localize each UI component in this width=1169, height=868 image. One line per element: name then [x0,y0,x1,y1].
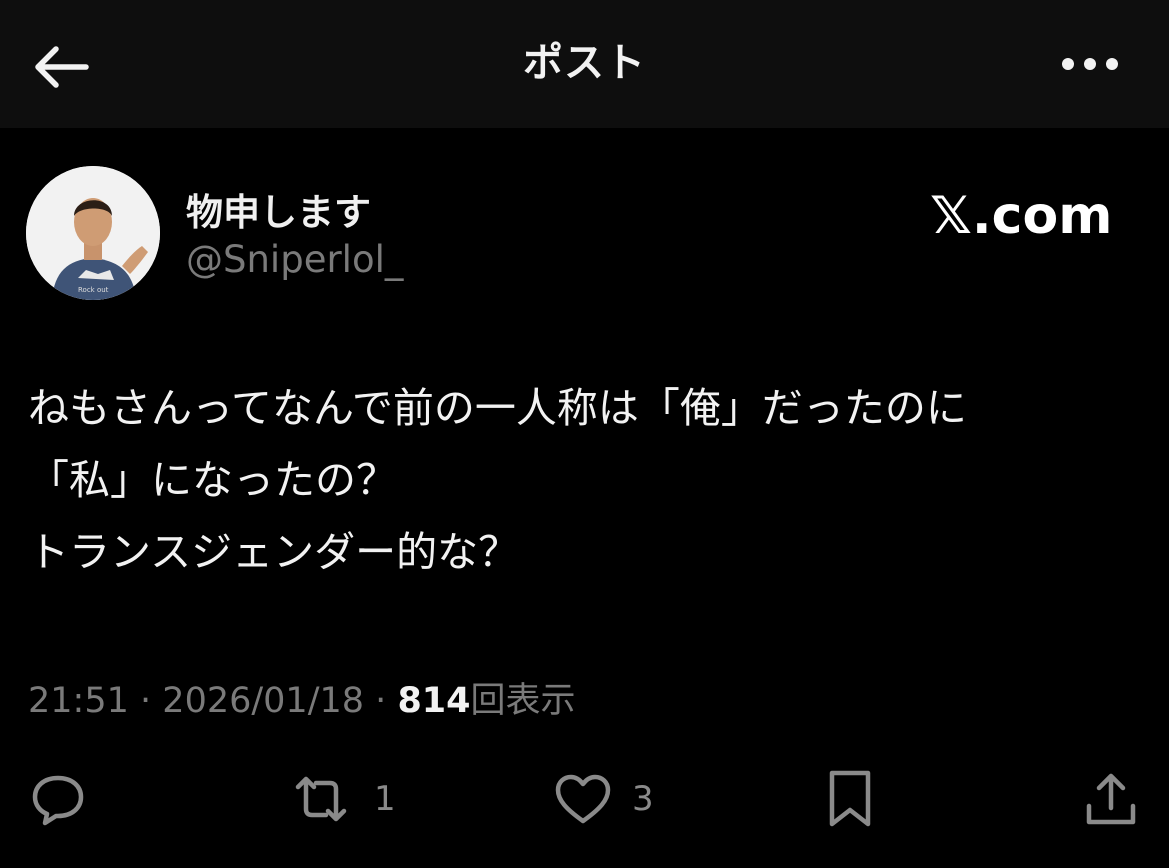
post-text: ねもさんってなんで前の一人称は「俺」だったのに 「私」になったの？ トランスジェ… [28,372,1138,588]
x-logo: 𝕏.com [930,186,1113,246]
share-button[interactable] [1082,768,1140,830]
meta-separator: · [140,681,152,721]
more-horizontal-icon [1062,58,1118,70]
heart-icon [555,774,611,824]
bookmark-button[interactable] [822,768,878,830]
reply-button[interactable] [28,768,88,830]
like-button[interactable]: 3 [552,768,654,830]
more-options-button[interactable] [1050,40,1130,88]
views-count: 814 [397,681,471,721]
repost-count: 1 [374,779,396,819]
post-line: ねもさんってなんで前の一人称は「俺」だったのに [28,384,967,432]
avatar[interactable]: Rock out [26,166,160,300]
post-date: 2026/01/18 [162,681,365,721]
reply-bubble-icon [32,775,84,826]
avatar-shirt-text: Rock out [78,286,109,294]
top-bar: ポスト [0,0,1169,128]
post-meta: 21:51 · 2026/01/18 · 814回表示 [28,672,576,723]
views-label: 回表示 [470,681,576,721]
author-display-name[interactable]: 物申します [186,182,371,236]
post-line: 「私」になったの？ [28,456,397,504]
post-line: トランスジェンダー的な？ [28,528,520,576]
share-upload-icon [1086,773,1136,825]
repost-button[interactable]: 1 [286,768,396,830]
author-handle[interactable]: @Sniperlol_ [186,238,403,281]
meta-separator: · [375,681,387,721]
page-title: ポスト [523,40,646,86]
bookmark-icon [829,770,871,827]
like-count: 3 [632,779,654,819]
repost-icon [295,776,347,822]
post-time: 21:51 [28,681,129,721]
avatar-illustration: Rock out [26,166,160,300]
